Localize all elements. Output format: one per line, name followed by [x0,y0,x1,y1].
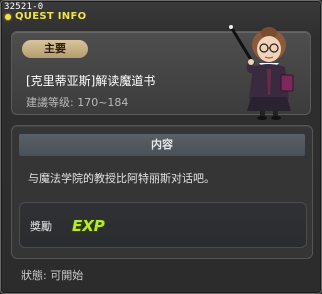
exp-text: EXP [72,217,105,235]
quest-description: 与魔法学院的教授比阿特丽斯对话吧。 [28,172,215,185]
quest-name: [克里蒂亚斯]解读魔道书 [26,74,156,88]
quest-type-badge: 主要 [22,40,88,58]
npc-professor-icon [229,25,294,120]
content-section-title: 内容 [19,134,305,156]
reward-box: 獎勵 EXP [19,202,307,248]
quest-status: 狀態: 可開始 [21,269,84,282]
title-bar: QUEST INFO [5,11,86,22]
window-title: QUEST INFO [15,11,87,22]
quest-info-window: 32521-0 QUEST INFO 主要 [克里蒂亚斯]解读魔道书 建議等级:… [0,0,322,294]
quest-content-panel: 内容 与魔法学院的教授比阿特丽斯对话吧。 獎勵 EXP [11,125,313,259]
recommended-level: 建議等级: 170~184 [26,96,129,109]
exp-reward-icon[interactable]: EXP [70,215,108,235]
reward-label: 獎勵 [30,220,52,233]
title-bullet-icon [5,13,11,20]
